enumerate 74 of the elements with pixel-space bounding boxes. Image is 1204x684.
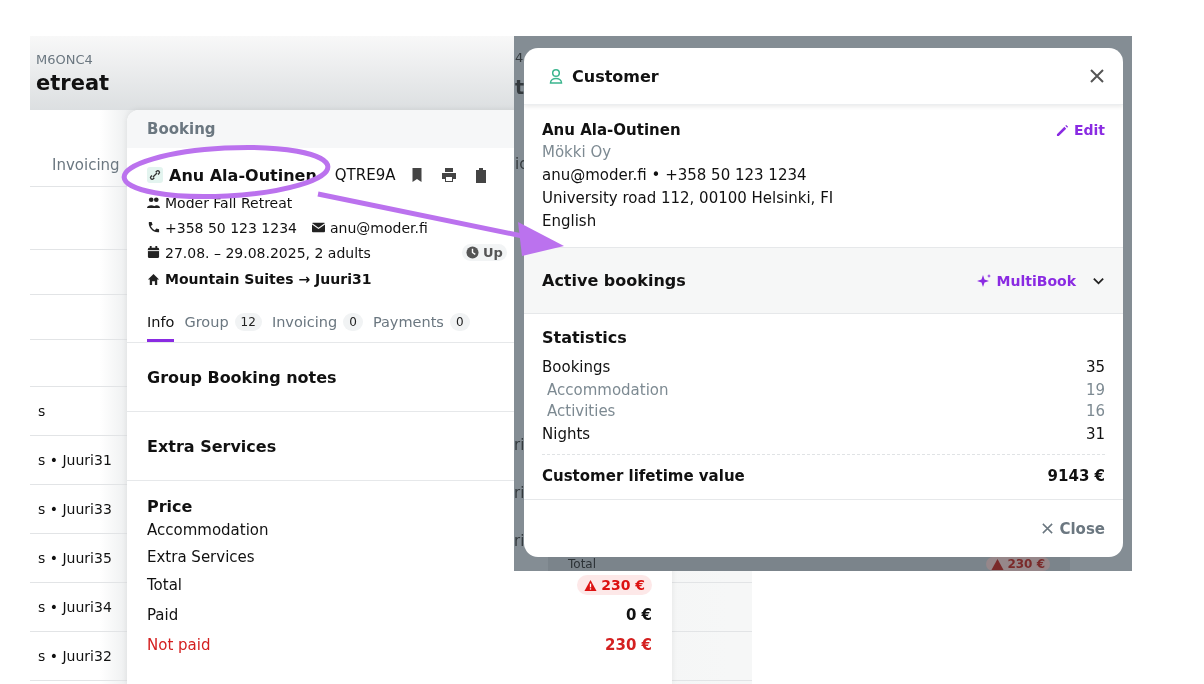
print-icon[interactable]	[441, 167, 458, 183]
count-badge: 12	[234, 313, 262, 331]
user-icon	[548, 68, 564, 84]
customer-name[interactable]: Anu Ala-Outinen	[169, 165, 317, 185]
calendar-icon	[147, 246, 160, 259]
tab[interactable]: Payments 0	[372, 313, 470, 342]
room-label: s • Juuri34	[38, 599, 112, 615]
section-title: Active bookings	[542, 271, 687, 290]
page-title: etreat	[36, 70, 110, 95]
booking-code: M6ONC4	[36, 51, 93, 67]
group-name: Moder Fall Retreat	[165, 194, 293, 211]
language: English	[542, 211, 598, 232]
booking-dates: 27.08. – 29.08.2025, 2 adults	[165, 244, 372, 261]
tab[interactable]: Invoicing 0	[271, 313, 363, 342]
close-icon[interactable]	[1089, 68, 1105, 84]
status-badge: Up	[462, 244, 507, 261]
stat-label: Nights	[542, 424, 591, 443]
phone-icon	[147, 221, 160, 234]
close-icon	[1041, 522, 1055, 535]
multibook-link[interactable]: MultiBook	[975, 272, 1076, 289]
price-label: Not paid	[147, 636, 211, 654]
stat-label: Customer lifetime value	[542, 467, 745, 487]
close-button[interactable]: Close	[1041, 515, 1105, 542]
text-fragment: ri	[514, 436, 525, 454]
text-fragment: 4	[515, 50, 524, 65]
tab[interactable]: Invoicing	[52, 156, 120, 174]
price-label: Total	[568, 557, 597, 571]
tab[interactable]: Info	[147, 313, 175, 342]
stat-label: Activities	[547, 401, 616, 420]
price-badge: 230 €	[577, 575, 652, 595]
pencil-icon	[1055, 123, 1069, 137]
section-title: Price	[147, 497, 194, 516]
stat-label: Bookings	[542, 357, 611, 376]
room-assignment: Mountain Suites → Juuri31	[165, 271, 372, 287]
price-label: Paid	[147, 606, 179, 624]
text-fragment: ri	[514, 484, 525, 502]
room-label: s • Juuri35	[38, 550, 112, 566]
price-value: 230 €	[605, 636, 652, 654]
stat-value: 31	[1085, 424, 1105, 443]
stat-label: Accommodation	[547, 380, 669, 399]
text-fragment: t	[515, 76, 525, 98]
section-title: Group Booking notes	[147, 367, 337, 387]
warning-icon	[584, 578, 598, 592]
room-label: s • Juuri31	[38, 452, 112, 468]
mail-icon	[311, 221, 325, 234]
contact-details: anu@moder.fi • +358 50 123 1234	[542, 165, 808, 186]
text-fragment: ri	[514, 532, 525, 550]
stat-value: 19	[1085, 380, 1105, 399]
booking-code: QTRE9A	[334, 166, 396, 184]
section-title: Statistics	[542, 328, 628, 347]
phone-number: +358 50 123 1234	[165, 219, 297, 236]
stat-value: 16	[1085, 401, 1105, 420]
tab[interactable]: Group 12	[184, 313, 262, 342]
room-label: s	[38, 403, 46, 419]
price-label: Accommodation	[147, 520, 269, 539]
room-label: s • Juuri32	[38, 648, 112, 664]
price-value: 0 €	[625, 606, 652, 624]
clock-icon	[466, 246, 479, 259]
count-badge: 0	[343, 313, 363, 331]
count-badge: 0	[449, 313, 470, 331]
price-label: Total	[147, 576, 183, 594]
price-label: Extra Services	[147, 547, 255, 566]
link-icon	[147, 167, 163, 183]
home-icon	[147, 272, 160, 286]
edit-link[interactable]: Edit	[1055, 122, 1105, 138]
dialog-title: Customer	[572, 66, 660, 86]
stat-value: 9143 €	[1047, 467, 1105, 487]
room-label: s • Juuri33	[38, 501, 112, 517]
stat-value: 35	[1085, 357, 1105, 376]
price-badge: 230 €	[986, 557, 1050, 571]
email-address: anu@moder.fi	[329, 219, 428, 236]
address: University road 112, 00100 Helsinki, FI	[542, 188, 835, 209]
group-icon	[147, 196, 160, 209]
section-title: Extra Services	[147, 436, 277, 456]
